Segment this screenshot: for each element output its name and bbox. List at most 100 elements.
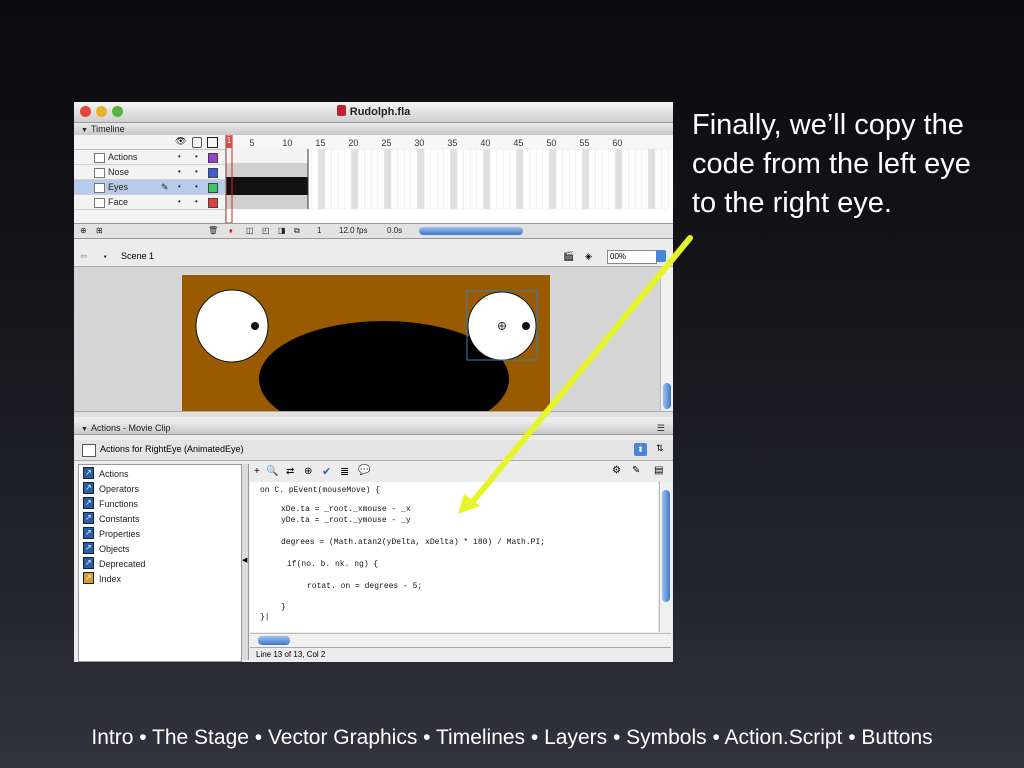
frame-cell xyxy=(331,148,339,210)
onion-markers-icon[interactable]: ⧉ xyxy=(294,224,300,238)
lock-dot-icon: • xyxy=(195,197,198,206)
actions-target-label[interactable]: Actions for RightEye (AnimatedEye) xyxy=(100,444,244,454)
actions-header-label: Actions - Movie Clip xyxy=(90,423,171,433)
script-hscroll-thumb[interactable] xyxy=(258,636,290,645)
zoom-dropdown-button[interactable] xyxy=(656,250,666,262)
frame-cell xyxy=(318,148,326,210)
code-line: if(no. b. nk. ng) { xyxy=(287,560,379,569)
layer-color-swatch xyxy=(208,153,218,163)
frame-cell xyxy=(469,148,478,210)
frame-cell xyxy=(463,148,471,210)
onion-outline-icon[interactable]: ◰ xyxy=(262,224,270,238)
frame-cell xyxy=(456,148,464,210)
frame-cell xyxy=(430,148,438,210)
frame-cell xyxy=(337,148,346,210)
code-line: }| xyxy=(260,613,270,622)
layer-list: 👁 Actions • • Nose • • Eyes ✎ • • Face • • xyxy=(74,135,226,223)
stage-vertical-scrollbar[interactable] xyxy=(660,267,673,411)
panel-options-icon[interactable]: ☰ xyxy=(657,422,665,434)
layer-row-actions[interactable]: Actions • • xyxy=(74,150,225,165)
callout-text: Finally, we’ll copy the code from the le… xyxy=(692,109,971,219)
find-icon[interactable]: 🔍 xyxy=(266,466,278,477)
auto-format-icon[interactable]: ≣ xyxy=(340,465,349,478)
scene-icon: ⬝ xyxy=(104,251,107,261)
playhead[interactable]: 1 xyxy=(226,136,232,148)
debug-options-icon[interactable]: ⚙ xyxy=(612,465,621,476)
toolbox-label: Actions xyxy=(99,469,129,479)
toolbox-item-index[interactable]: Index xyxy=(83,570,122,587)
title-bar: Rudolph.fla xyxy=(74,102,673,123)
frame-cell xyxy=(351,148,359,210)
edit-multiple-icon[interactable]: ◨ xyxy=(278,224,286,238)
frame-cell xyxy=(562,148,570,210)
frame-cell xyxy=(397,148,405,210)
book-icon xyxy=(83,465,94,480)
collapse-arrow-icon[interactable]: ◀ xyxy=(242,556,247,564)
movie-clip-icon xyxy=(82,444,96,457)
frame-number-label: 45 xyxy=(513,138,523,148)
script-editor[interactable]: on C. pEvent(mouseMove) { xDe.ta = _root… xyxy=(250,482,658,632)
edit-scene-icon[interactable]: 🎬 xyxy=(563,246,574,266)
frame-number-label: 35 xyxy=(447,138,457,148)
toolbox-label: Index xyxy=(99,574,122,584)
layer-row-nose[interactable]: Nose • • xyxy=(74,165,225,180)
collapse-triangle-icon[interactable]: ▼ xyxy=(81,424,88,436)
layer-name: Nose xyxy=(108,167,130,177)
add-layer-icon[interactable]: ⊕ xyxy=(80,224,87,238)
stage-hscroll[interactable] xyxy=(74,411,673,417)
actions-panel-header[interactable]: ▼ Actions - Movie Clip ☰ xyxy=(74,422,673,435)
layer-row-face[interactable]: Face • • xyxy=(74,195,225,210)
frame-grid[interactable]: 5 10 15 20 25 30 35 40 45 50 55 60 1 xyxy=(226,135,673,223)
frame-cell xyxy=(476,148,484,210)
center-frame-icon[interactable]: ⬧ xyxy=(229,224,233,238)
eye-icon[interactable]: 👁 xyxy=(175,136,186,147)
stage-scroll-thumb[interactable] xyxy=(663,383,671,409)
frame-cell xyxy=(423,148,431,210)
back-arrow-icon[interactable]: ⇦ xyxy=(80,246,88,266)
window-title: Rudolph.fla xyxy=(74,105,673,118)
frame-number-label: 30 xyxy=(414,138,424,148)
onion-skin-icon[interactable]: ◫ xyxy=(246,224,254,238)
stage-canvas xyxy=(182,275,550,411)
lock-dot-icon: • xyxy=(195,182,198,191)
add-guide-icon[interactable]: ⊞ xyxy=(96,224,103,238)
replace-icon[interactable]: ⇄ xyxy=(286,466,294,477)
layer-color-swatch xyxy=(208,168,218,178)
frame-cell xyxy=(489,148,497,210)
reference-icon[interactable]: ✎ xyxy=(632,465,640,476)
frame-cell xyxy=(357,148,365,210)
code-hint-icon[interactable]: 💬 xyxy=(358,465,370,476)
target-dropdown-button[interactable]: ⬍ xyxy=(634,443,647,456)
stage[interactable] xyxy=(74,267,661,411)
visibility-dot-icon: • xyxy=(178,152,181,161)
insert-target-path-icon[interactable]: ⊕ xyxy=(304,466,312,477)
script-scroll-thumb[interactable] xyxy=(662,490,670,602)
script-vscrollbar[interactable] xyxy=(659,482,672,632)
scene-label[interactable]: Scene 1 xyxy=(121,246,154,266)
toolbox-label: Functions xyxy=(99,499,139,509)
timeline-scroll-thumb[interactable] xyxy=(419,227,523,235)
code-line: yDe.ta = _root._ymouse - _y xyxy=(281,516,411,525)
frame-cell xyxy=(641,148,649,210)
outline-icon[interactable] xyxy=(207,137,218,148)
layer-row-eyes[interactable]: Eyes ✎ • • xyxy=(74,180,225,195)
frame-cell xyxy=(417,148,425,210)
edit-symbol-icon[interactable]: ◈ xyxy=(585,246,592,266)
script-hscrollbar[interactable] xyxy=(250,633,671,647)
help-icon[interactable]: ⇅ xyxy=(656,443,664,454)
delete-layer-icon[interactable]: 🗑 xyxy=(208,224,218,238)
timeline-status-bar: ⊕ ⊞ 🗑 ⬧ ◫ ◰ ◨ ⧉ 1 12.0 fps 0.0s xyxy=(74,223,673,239)
frame-counter: 1 xyxy=(317,226,322,235)
lock-icon[interactable] xyxy=(192,137,202,148)
frame-cell xyxy=(582,148,590,210)
add-statement-icon[interactable]: + xyxy=(254,466,260,477)
toolbox-item-deprecated[interactable]: Deprecated xyxy=(83,555,146,572)
frame-cell xyxy=(568,148,577,210)
check-syntax-icon[interactable]: ✔ xyxy=(322,465,331,478)
view-options-icon[interactable]: ▤ xyxy=(654,465,663,476)
layer-color-swatch xyxy=(208,183,218,193)
frame-cell xyxy=(535,148,544,210)
frame-grid-lines: 5 10 15 20 25 30 35 40 45 50 55 60 xyxy=(226,135,673,223)
panel-splitter[interactable]: ◀ xyxy=(241,464,249,660)
zoom-field[interactable]: 00% xyxy=(607,250,657,264)
